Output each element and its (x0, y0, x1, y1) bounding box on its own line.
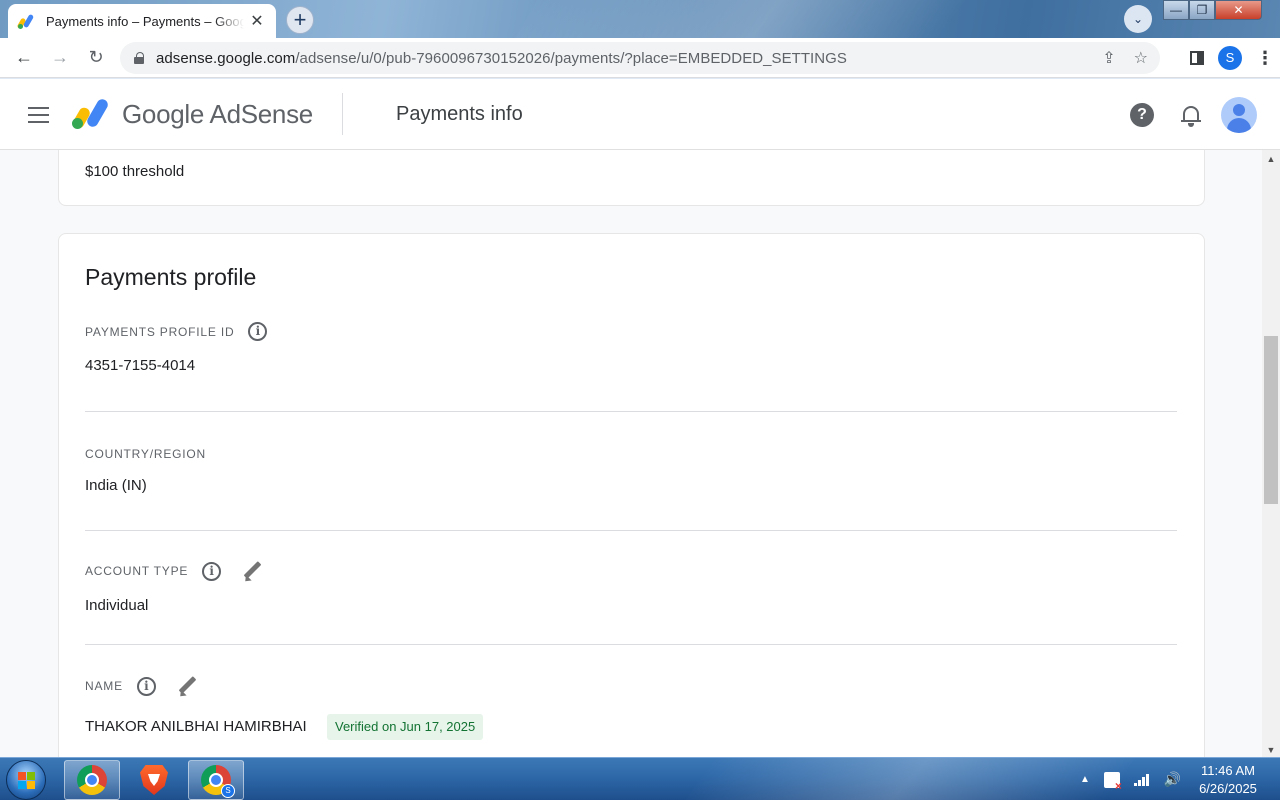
chrome-icon (77, 765, 107, 795)
field-divider (85, 411, 1177, 412)
forward-arrow-icon[interactable]: → (42, 47, 78, 68)
chrome-profile-icon: S (201, 765, 235, 798)
url-host: adsense.google.com (156, 49, 296, 67)
name-value: THAKOR ANILBHAI HAMIRBHAI (85, 718, 307, 735)
back-arrow-icon[interactable]: ← (6, 47, 42, 68)
network-signal-icon[interactable] (1133, 773, 1150, 786)
clock-date: 6/26/2025 (1199, 781, 1257, 796)
field-divider (85, 644, 1177, 645)
windows-logo-icon (18, 772, 36, 790)
name-label: NAME i (85, 675, 198, 697)
window-maximize-button[interactable]: ❐ (1189, 0, 1215, 20)
account-avatar[interactable] (1221, 97, 1257, 133)
browser-tab-active[interactable]: Payments info – Payments – Google AdSens… (8, 4, 276, 38)
volume-icon[interactable]: 🔊 (1164, 771, 1181, 788)
pencil-icon[interactable] (241, 560, 263, 582)
main-content: $100 threshold Payments profile PAYMENTS… (0, 150, 1262, 757)
country-region-value: India (IN) (85, 477, 147, 494)
browser-title-bar: Payments info – Payments – Google AdSens… (0, 0, 1280, 38)
payments-profile-card: Payments profile PAYMENTS PROFILE ID i 4… (58, 233, 1205, 757)
field-divider (85, 530, 1177, 531)
window-controls: — ❐ ✕ (1163, 0, 1262, 20)
browser-profile-avatar[interactable]: S (1218, 46, 1242, 70)
tab-search-button[interactable]: ⌄ (1124, 5, 1152, 33)
taskbar-chrome-profile-button[interactable]: S (188, 760, 244, 800)
payments-profile-id-value: 4351-7155-4014 (85, 357, 196, 374)
field-label-text: COUNTRY/REGION (85, 447, 206, 461)
scroll-down-arrow-icon[interactable]: ▼ (1262, 745, 1280, 755)
verified-badge: Verified on Jun 17, 2025 (327, 714, 484, 740)
brave-browser-icon (140, 765, 168, 795)
account-type-label: ACCOUNT TYPE i (85, 560, 263, 582)
info-icon[interactable]: i (136, 676, 156, 696)
tab-close-icon[interactable]: ✕ (248, 11, 266, 31)
payments-profile-title: Payments profile (85, 264, 257, 290)
new-tab-button[interactable]: + (286, 6, 314, 34)
lock-icon[interactable] (134, 52, 144, 64)
adsense-favicon-icon (16, 13, 36, 30)
page-title: Payments info (396, 103, 523, 125)
country-region-label: COUNTRY/REGION (85, 447, 206, 461)
account-type-value: Individual (85, 597, 149, 614)
share-icon[interactable]: ⇪ (1102, 48, 1115, 68)
url-text: adsense.google.com/adsense/u/0/pub-79600… (156, 50, 847, 67)
help-icon[interactable]: ? (1130, 103, 1154, 127)
system-tray: ▲ 🔊 (1080, 758, 1181, 800)
tab-title: Payments info – Payments – Google AdSens… (46, 13, 244, 29)
field-label-text: NAME (85, 679, 123, 693)
info-icon[interactable]: i (202, 561, 222, 581)
browser-toolbar: ← → ↻ adsense.google.com/adsense/u/0/pub… (0, 38, 1280, 78)
header-divider (342, 93, 343, 135)
payment-threshold-value: $100 threshold (85, 163, 185, 180)
product-name[interactable]: Google AdSense (122, 99, 313, 130)
bell-icon[interactable] (1180, 103, 1202, 127)
url-path: /adsense/u/0/pub-7960096730152026/paymen… (295, 49, 847, 67)
hamburger-menu-icon[interactable] (28, 107, 49, 128)
info-icon[interactable]: i (248, 322, 268, 341)
windows-taskbar: S ▲ 🔊 11:46 AM 6/26/2025 (0, 757, 1280, 800)
start-button[interactable] (6, 760, 46, 800)
scroll-up-arrow-icon[interactable]: ▲ (1262, 154, 1280, 164)
taskbar-brave-button[interactable] (126, 760, 182, 800)
side-panel-icon[interactable] (1190, 51, 1204, 65)
payment-threshold-card: $100 threshold (58, 150, 1205, 206)
window-minimize-button[interactable]: — (1163, 0, 1189, 20)
taskbar-clock[interactable]: 11:46 AM 6/26/2025 (1186, 762, 1270, 798)
window-close-button[interactable]: ✕ (1215, 0, 1262, 20)
star-icon[interactable]: ☆ (1134, 48, 1148, 68)
pencil-icon[interactable] (176, 675, 198, 697)
action-center-flag-icon[interactable] (1103, 771, 1122, 793)
reload-icon[interactable]: ↻ (78, 47, 114, 68)
field-label-text: ACCOUNT TYPE (85, 564, 189, 578)
adsense-header: Google AdSense Payments info ? (0, 79, 1280, 150)
adsense-logo-icon[interactable] (71, 97, 112, 131)
payments-profile-id-label: PAYMENTS PROFILE ID i (85, 322, 268, 341)
show-hidden-icons-icon[interactable]: ▲ (1080, 774, 1090, 785)
clock-time: 11:46 AM (1201, 763, 1255, 778)
page-scrollbar[interactable]: ▲ ▼ (1262, 150, 1280, 757)
chrome-profile-badge: S (221, 784, 235, 798)
kebab-menu-icon[interactable]: ⋮ (1256, 48, 1274, 69)
field-label-text: PAYMENTS PROFILE ID (85, 324, 235, 339)
address-bar[interactable]: adsense.google.com/adsense/u/0/pub-79600… (120, 42, 1160, 74)
taskbar-chrome-button[interactable] (64, 760, 120, 800)
scroll-thumb[interactable] (1264, 336, 1278, 504)
